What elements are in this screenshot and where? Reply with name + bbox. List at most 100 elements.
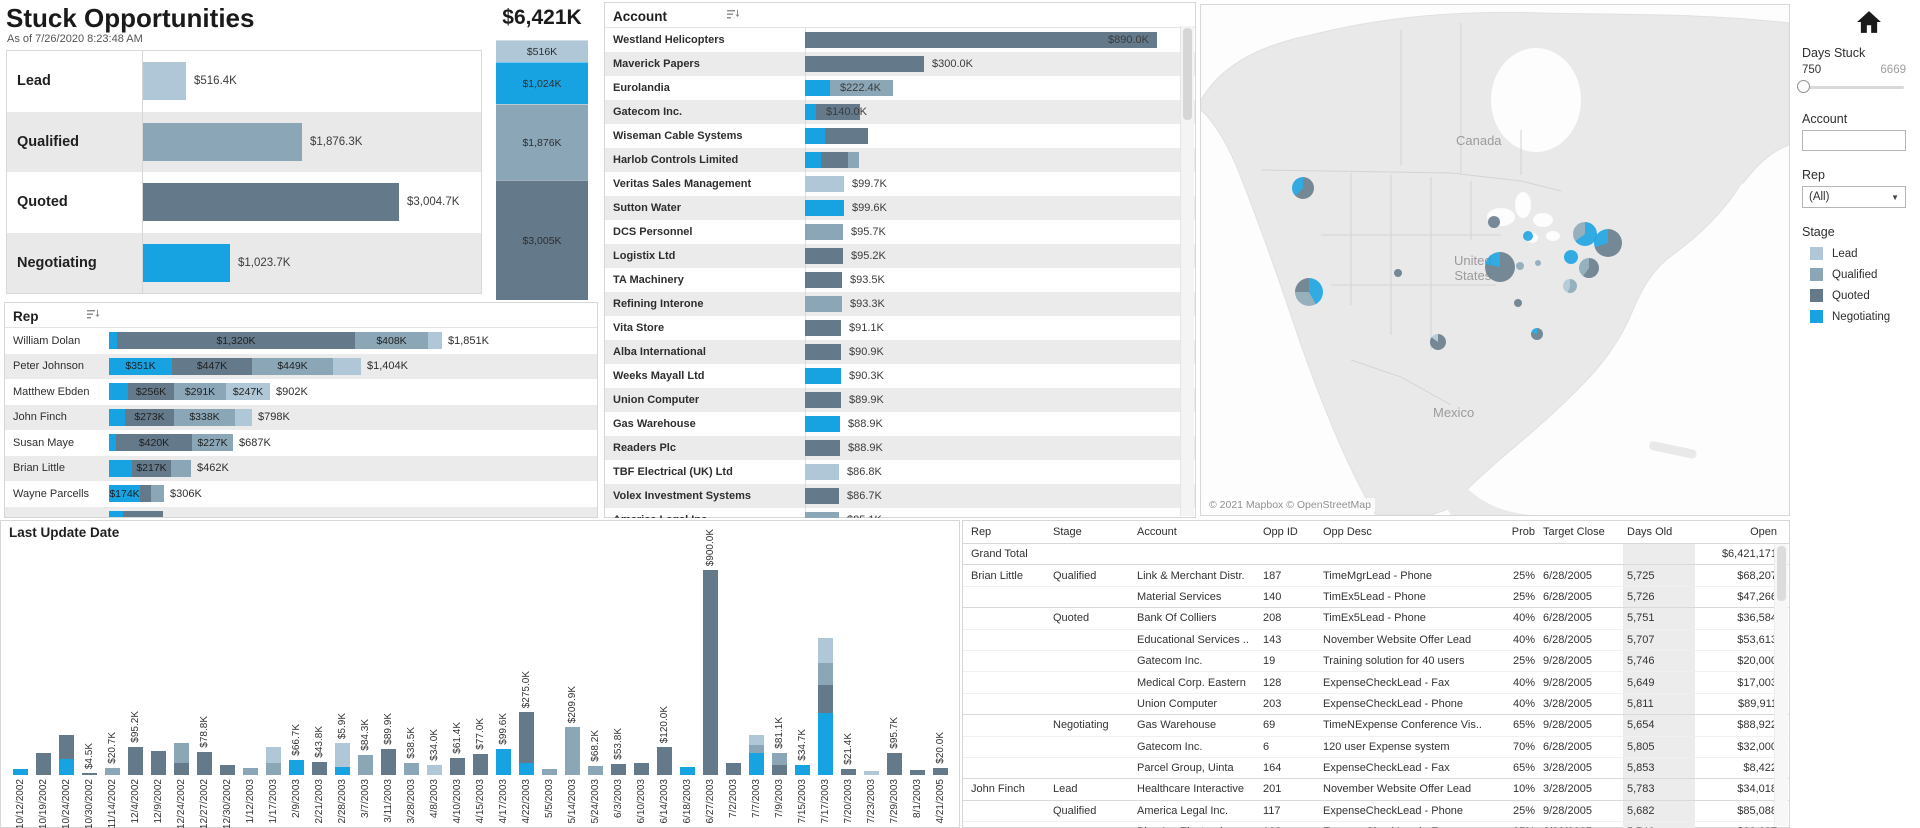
account-bar-segment[interactable] [805, 320, 841, 336]
map-bubble[interactable] [1535, 260, 1541, 266]
rep-bar-segment[interactable]: $256K [128, 383, 174, 400]
total-bar-segment[interactable]: $3,005K [496, 180, 588, 300]
table-row[interactable]: Brian LittleQualifiedLink & Merchant Dis… [963, 564, 1789, 585]
update-bar[interactable]: $38.5K3/28/2003 [400, 521, 423, 827]
rep-bar-segment[interactable]: $351K [109, 358, 172, 375]
account-bar-segment[interactable] [805, 440, 840, 456]
account-bar-segment[interactable] [805, 104, 816, 120]
rep-bar-segment[interactable]: $338K [174, 409, 235, 426]
update-bar[interactable]: $77.0K4/15/2003 [469, 521, 492, 827]
account-bar-segment[interactable] [848, 152, 859, 168]
table-row[interactable]: Parcel Group, Uinta164ExpenseCheckLead -… [963, 757, 1789, 778]
update-bar[interactable]: $120.0K6/14/2003 [653, 521, 676, 827]
stage-legend-item[interactable]: Lead [1802, 243, 1890, 264]
update-bar[interactable]: 7/23/2003 [860, 521, 883, 827]
rep-bar-segment[interactable]: $174K [109, 485, 140, 502]
table-row[interactable]: Medical Corp. Eastern128ExpenseCheckLead… [963, 671, 1789, 692]
update-bar[interactable]: 10/12/2002 [9, 521, 32, 827]
stage-legend-item[interactable]: Negotiating [1802, 306, 1890, 327]
stage-bar[interactable] [142, 123, 302, 161]
stage-bar[interactable] [142, 183, 399, 221]
total-bar-segment[interactable]: $516K [496, 40, 588, 62]
rep-bar-segment[interactable] [235, 409, 252, 426]
account-bar-segment[interactable] [805, 56, 924, 72]
sort-icon[interactable] [87, 307, 100, 325]
update-bar[interactable]: $43.8K2/21/2003 [308, 521, 331, 827]
map-panel[interactable]: Canada United States Mexico © 2021 Mapbo… [1200, 4, 1790, 516]
rep-bar-segment[interactable]: $291K [174, 383, 226, 400]
stage-bar[interactable] [142, 62, 186, 100]
update-bar[interactable]: $78.8K12/27/2002 [193, 521, 216, 827]
account-bar-segment[interactable] [805, 344, 841, 360]
days-stuck-slider-track[interactable] [1804, 86, 1904, 89]
rep-bar-segment[interactable] [333, 358, 361, 375]
table-row[interactable]: Educational Services ..143November Websi… [963, 629, 1789, 650]
rep-bar-segment[interactable]: $408K [355, 332, 428, 349]
update-bar[interactable]: 12/9/2002 [147, 521, 170, 827]
update-bar[interactable]: $53.8K6/3/2003 [607, 521, 630, 827]
account-bar-segment[interactable] [805, 272, 842, 288]
account-bar-segment[interactable] [805, 416, 840, 432]
update-bar[interactable]: $84.3K3/7/2003 [354, 521, 377, 827]
map-bubble[interactable] [1579, 258, 1599, 278]
update-bar[interactable]: $20.0K4/21/2005 [929, 521, 952, 827]
update-bar[interactable]: $34.7K7/15/2003 [791, 521, 814, 827]
table-row[interactable]: Material Services140TimEx5Lead - Phone25… [963, 586, 1789, 607]
map-bubble[interactable] [1594, 229, 1622, 257]
map-bubble[interactable] [1430, 334, 1446, 350]
update-bar[interactable]: 7/17/2003 [814, 521, 837, 827]
home-button[interactable] [1852, 6, 1886, 38]
update-bar[interactable]: 10/24/2002 [55, 521, 78, 827]
account-filter-input[interactable] [1802, 130, 1906, 151]
map-bubble[interactable] [1563, 279, 1577, 293]
rep-bar-segment[interactable]: $273K [125, 409, 174, 426]
update-bar[interactable]: 6/10/2003 [630, 521, 653, 827]
account-bar-segment[interactable] [805, 368, 841, 384]
days-stuck-slider-handle[interactable] [1797, 80, 1810, 93]
scrollbar-thumb[interactable] [1777, 546, 1786, 601]
map-bubble[interactable] [1295, 278, 1323, 306]
map-bubble[interactable] [1514, 299, 1522, 307]
account-bar-segment[interactable] [805, 224, 843, 240]
rep-bar-segment[interactable] [109, 434, 116, 451]
update-bar[interactable]: $99.6K4/17/2003 [492, 521, 515, 827]
table-row[interactable]: QuotedBank Of Colliers208TimEx5Lead - Ph… [963, 607, 1789, 628]
update-bar[interactable]: $5.9K2/28/2003 [331, 521, 354, 827]
account-scrollbar[interactable] [1180, 26, 1194, 516]
update-bar[interactable]: $4.5K10/30/2002 [78, 521, 101, 827]
table-row[interactable]: Gatecom Inc.19Training solution for 40 u… [963, 650, 1789, 671]
table-row[interactable]: NegotiatingGas Warehouse69TimeNExpense C… [963, 714, 1789, 735]
map-bubble[interactable] [1292, 177, 1314, 199]
update-bar[interactable]: 7/7/2003 [745, 521, 768, 827]
map-bubble[interactable] [1531, 328, 1543, 340]
rep-bar-segment[interactable] [109, 383, 128, 400]
rep-bar-segment[interactable] [109, 511, 123, 517]
stage-legend-item[interactable]: Qualified [1802, 264, 1890, 285]
stage-bar[interactable] [142, 244, 230, 282]
rep-bar-segment[interactable] [109, 409, 125, 426]
account-bar-segment[interactable] [805, 200, 844, 216]
update-bar[interactable]: $20.7K11/14/2002 [101, 521, 124, 827]
rep-bar-segment[interactable] [140, 485, 151, 502]
update-bar[interactable]: $95.7K7/29/2003 [883, 521, 906, 827]
update-bar[interactable]: $89.9K3/11/2003 [377, 521, 400, 827]
table-row[interactable]: QualifiedAmerica Legal Inc.117ExpenseChe… [963, 800, 1789, 821]
total-bar-segment[interactable]: $1,024K [496, 62, 588, 104]
update-bar[interactable]: 12/30/2002 [216, 521, 239, 827]
update-bar[interactable]: 12/24/2002 [170, 521, 193, 827]
rep-bar-segment[interactable]: $1,320K [117, 332, 355, 349]
rep-bar-segment[interactable]: $449K [252, 358, 333, 375]
update-bar[interactable]: $21.4K7/20/2003 [837, 521, 860, 827]
update-bar[interactable]: 1/12/2003 [239, 521, 262, 827]
rep-bar-segment[interactable]: $217K [132, 460, 171, 477]
update-bar[interactable]: $34.0K4/8/2003 [423, 521, 446, 827]
account-bar-segment[interactable] [825, 128, 868, 144]
table-row[interactable]: Grand Total$6,421,171 [963, 544, 1789, 564]
sort-icon[interactable] [727, 7, 740, 25]
account-bar-segment[interactable] [805, 392, 841, 408]
account-bar-segment[interactable] [805, 512, 839, 518]
update-bar[interactable]: $209.9K5/14/2003 [561, 521, 584, 827]
stage-legend-item[interactable]: Quoted [1802, 285, 1890, 306]
rep-bar-segment[interactable]: $420K [116, 434, 192, 451]
update-bar[interactable]: $81.1K7/9/2003 [768, 521, 791, 827]
